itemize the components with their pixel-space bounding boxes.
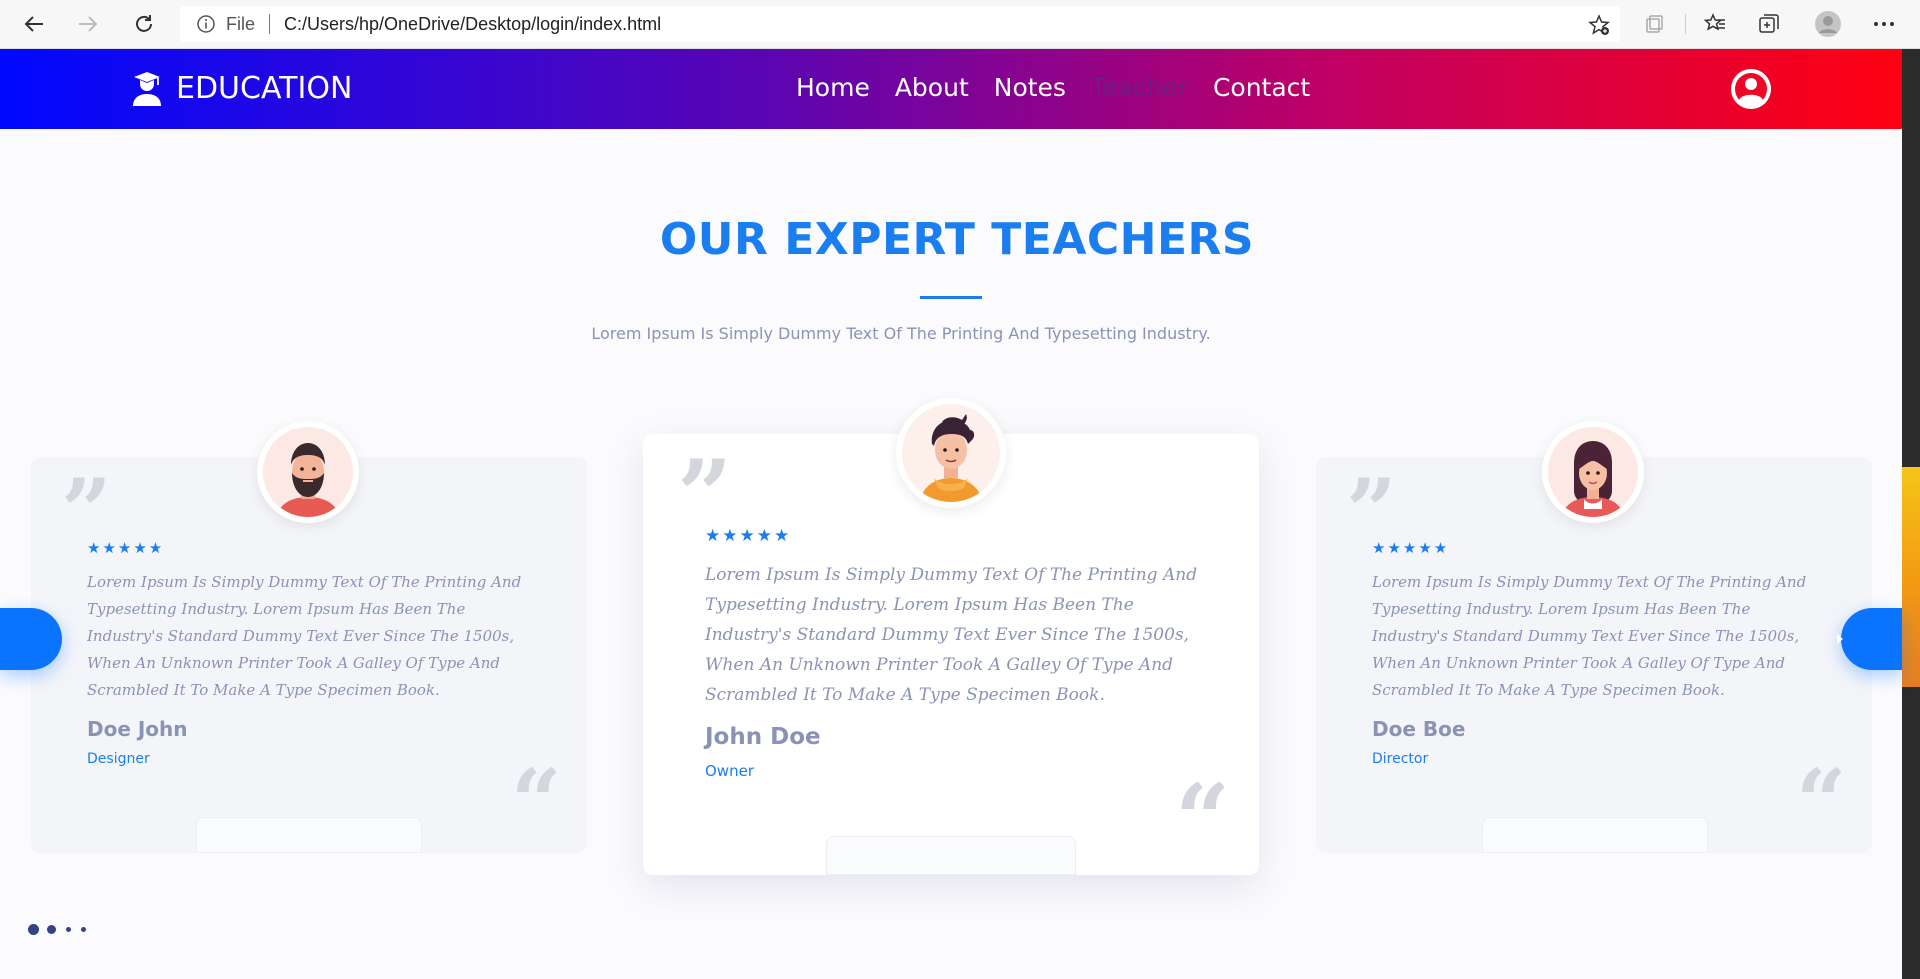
teacher-quote-text: Lorem Ipsum Is Simply Dummy Text Of The … bbox=[1372, 573, 1807, 699]
nav-link-home[interactable]: Home bbox=[796, 73, 870, 102]
section-title: OUR EXPERT TEACHERS bbox=[659, 214, 1255, 265]
graduation-cap-icon bbox=[133, 71, 161, 106]
address-bar[interactable]: File C:/Users/hp/OneDrive/Desktop/login/… bbox=[180, 6, 1620, 42]
add-favorite-icon[interactable] bbox=[1588, 14, 1610, 41]
extensions-icon[interactable] bbox=[1640, 10, 1668, 38]
quote-close-icon: “ bbox=[1175, 763, 1231, 876]
rating-stars: ★★★★★ bbox=[87, 539, 165, 557]
main-menu: Home About Notes Teacher Contact bbox=[796, 73, 1335, 102]
carousel-prev-button[interactable] bbox=[0, 608, 62, 670]
nav-link-contact[interactable]: Contact bbox=[1213, 73, 1310, 102]
pagination-dot-active[interactable] bbox=[28, 924, 39, 935]
browser-toolbar: File C:/Users/hp/OneDrive/Desktop/login/… bbox=[0, 0, 1920, 49]
carousel-pagination bbox=[28, 924, 94, 935]
nav-link-teacher[interactable]: Teacher bbox=[1091, 73, 1188, 102]
user-account-icon[interactable] bbox=[1731, 69, 1771, 109]
section-subtitle: Lorem Ipsum Is Simply Dummy Text Of The … bbox=[591, 324, 1211, 343]
favorites-icon[interactable] bbox=[1701, 10, 1729, 38]
back-arrow-icon[interactable] bbox=[18, 8, 50, 40]
pagination-dot[interactable] bbox=[47, 925, 56, 934]
quote-close-icon: “ bbox=[1796, 749, 1847, 853]
address-separator bbox=[269, 14, 271, 34]
profile-icon[interactable] bbox=[1814, 10, 1842, 38]
teacher-name: Doe John bbox=[87, 717, 188, 741]
teacher-name: John Doe bbox=[705, 724, 821, 750]
bearded-man-avatar bbox=[257, 421, 359, 523]
site-navbar: EDUCATION Home About Notes Teacher Conta… bbox=[0, 49, 1902, 129]
brand-logo[interactable]: EDUCATION bbox=[132, 71, 352, 106]
collections-icon[interactable] bbox=[1755, 10, 1783, 38]
pagination-dot[interactable] bbox=[66, 927, 71, 932]
info-icon[interactable] bbox=[196, 14, 216, 34]
teacher-role: Designer bbox=[87, 751, 150, 767]
woman-avatar bbox=[1542, 421, 1644, 523]
toolbar-divider bbox=[1685, 14, 1686, 34]
url-text[interactable]: C:/Users/hp/OneDrive/Desktop/login/index… bbox=[284, 14, 661, 35]
card-tab bbox=[826, 836, 1076, 875]
forward-arrow-icon[interactable] bbox=[72, 8, 104, 40]
teacher-role: Director bbox=[1372, 751, 1429, 767]
young-man-avatar bbox=[896, 398, 1006, 508]
brand-name: EDUCATION bbox=[176, 71, 353, 106]
card-tab bbox=[1482, 817, 1708, 853]
carousel-next-button[interactable] bbox=[1837, 608, 1902, 670]
nav-link-about[interactable]: About bbox=[895, 73, 969, 102]
scheme-label: File bbox=[226, 13, 256, 34]
rating-stars: ★★★★★ bbox=[1372, 539, 1450, 557]
title-underline bbox=[920, 296, 982, 299]
more-icon[interactable] bbox=[1870, 10, 1898, 38]
nav-link-notes[interactable]: Notes bbox=[994, 73, 1066, 102]
card-tab bbox=[196, 817, 422, 853]
teacher-role: Owner bbox=[705, 762, 754, 780]
refresh-icon[interactable] bbox=[128, 8, 160, 40]
teacher-quote-text: Lorem Ipsum Is Simply Dummy Text Of The … bbox=[705, 565, 1198, 705]
quote-close-icon: “ bbox=[511, 749, 562, 853]
teacher-quote-text: Lorem Ipsum Is Simply Dummy Text Of The … bbox=[87, 573, 522, 699]
pagination-dot[interactable] bbox=[81, 927, 86, 932]
teacher-name: Doe Boe bbox=[1372, 717, 1466, 741]
scrollbar-thumb[interactable] bbox=[1902, 467, 1920, 687]
rating-stars: ★★★★★ bbox=[705, 526, 792, 546]
